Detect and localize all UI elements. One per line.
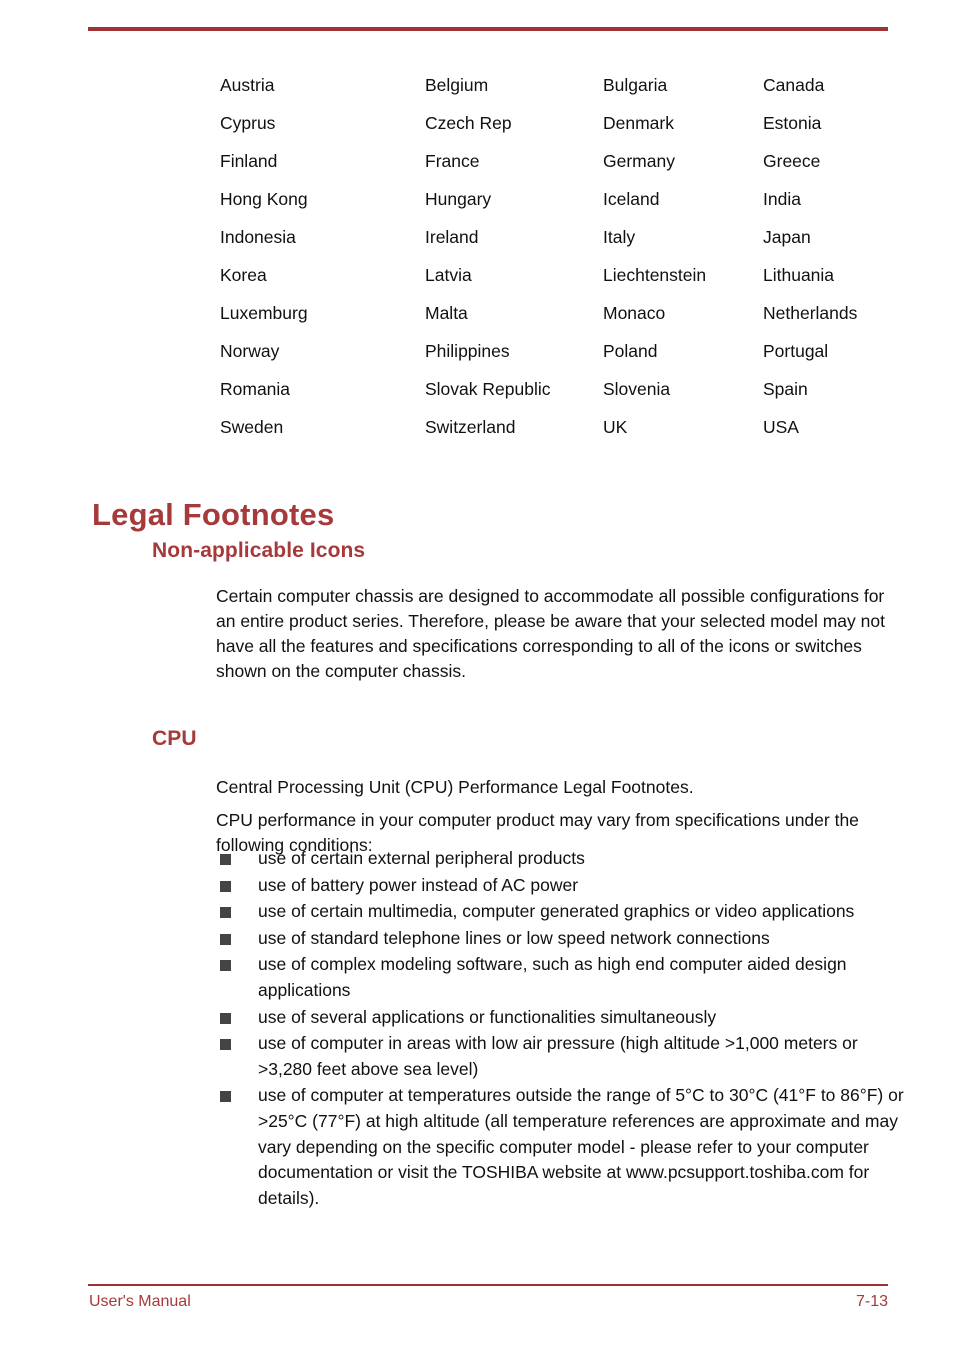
country-cell: Netherlands: [763, 303, 858, 323]
square-bullet-icon: [220, 907, 231, 919]
list-item: use of certain external peripheral produ…: [216, 846, 916, 872]
table-row: Luxemburg Malta Monaco Netherlands: [220, 294, 920, 332]
country-cell: Norway: [220, 341, 280, 361]
list-item-label: use of certain external peripheral produ…: [258, 848, 585, 868]
page-title: Legal Footnotes: [92, 496, 335, 532]
list-item-label: use of battery power instead of AC power: [258, 874, 579, 895]
table-row: Cyprus Czech Rep Denmark Estonia: [220, 104, 920, 142]
country-cell: Latvia: [425, 265, 472, 285]
country-cell: Austria: [220, 75, 275, 95]
country-cell: Poland: [603, 341, 658, 361]
country-cell: Lithuania: [763, 265, 835, 285]
square-bullet-icon: [220, 854, 231, 865]
country-cell: Malta: [425, 303, 468, 323]
country-cell: Cyprus: [220, 113, 276, 133]
square-bullet-icon: [220, 1091, 231, 1103]
header-rule: [88, 27, 888, 31]
list-item-label: use of computer at temperatures outside …: [258, 1085, 904, 1208]
document-page: Austria Belgium Bulgaria Canada Cyprus C…: [0, 0, 954, 1345]
country-cell: India: [763, 189, 801, 209]
country-cell: Romania: [220, 379, 291, 399]
table-row: Hong Kong Hungary Iceland India: [220, 180, 920, 218]
country-cell: Monaco: [603, 303, 666, 323]
footer-document-title: User's Manual: [89, 1293, 191, 1310]
country-cell: Estonia: [763, 113, 822, 133]
country-cell: Bulgaria: [603, 75, 668, 95]
country-cell: Canada: [763, 75, 825, 95]
table-row: Finland France Germany Greece: [220, 142, 920, 180]
square-bullet-icon: [220, 880, 231, 892]
country-cell: Finland: [220, 151, 278, 171]
non-applicable-icons-paragraph: Certain computer chassis are designed to…: [216, 585, 885, 681]
country-cell: Iceland: [603, 189, 660, 209]
list-item: use of complex modeling software, such a…: [216, 952, 916, 1003]
list-item-label: use of several applications or functiona…: [258, 1006, 717, 1027]
country-cell: Luxemburg: [220, 303, 308, 323]
list-item: use of computer in areas with low air pr…: [216, 1031, 916, 1082]
list-item-label: use of complex modeling software, such a…: [258, 954, 847, 1000]
country-cell: Korea: [220, 265, 267, 285]
country-cell: Slovenia: [603, 379, 671, 399]
square-bullet-icon: [220, 960, 231, 972]
country-cell: Ireland: [425, 227, 479, 247]
country-cell: Denmark: [603, 113, 674, 133]
table-row: Indonesia Ireland Italy Japan: [220, 218, 920, 256]
country-cell: Portugal: [763, 341, 829, 361]
list-item: use of several applications or functiona…: [216, 1005, 916, 1031]
section-heading-non-applicable-icons: Non-applicable Icons: [152, 539, 366, 563]
country-cell: Czech Rep: [425, 113, 512, 133]
country-cell: UK: [603, 417, 628, 437]
country-cell: Germany: [603, 151, 675, 171]
list-item: use of certain multimedia, computer gene…: [216, 899, 916, 925]
list-item-label: use of computer in areas with low air pr…: [258, 1033, 858, 1079]
country-cell: Indonesia: [220, 227, 296, 247]
list-item: use of standard telephone lines or low s…: [216, 926, 916, 952]
country-cell: Hungary: [425, 189, 492, 209]
country-cell: Switzerland: [425, 417, 516, 437]
table-row: Romania Slovak Republic Slovenia Spain: [220, 370, 920, 408]
country-cell: France: [425, 151, 480, 171]
country-cell: Hong Kong: [220, 189, 308, 209]
country-cell: Slovak Republic: [425, 379, 551, 399]
country-table: Austria Belgium Bulgaria Canada Cyprus C…: [220, 66, 920, 446]
cpu-paragraph-1: Central Processing Unit (CPU) Performanc…: [216, 776, 694, 797]
table-row: Norway Philippines Poland Portugal: [220, 332, 920, 370]
section-heading-cpu: CPU: [152, 727, 197, 751]
country-table-body: Austria Belgium Bulgaria Canada Cyprus C…: [220, 66, 920, 446]
list-item: use of battery power instead of AC power: [216, 873, 916, 899]
list-item-label: use of certain multimedia, computer gene…: [258, 901, 855, 922]
country-cell: Greece: [763, 151, 821, 171]
country-cell: Philippines: [425, 341, 510, 361]
cpu-conditions-list: use of certain external peripheral produ…: [216, 846, 916, 1212]
country-cell: Italy: [603, 227, 636, 247]
list-item-label: use of standard telephone lines or low s…: [258, 927, 770, 948]
table-row: Sweden Switzerland UK USA: [220, 408, 920, 446]
footer-rule: [88, 1284, 888, 1286]
square-bullet-icon: [220, 1012, 231, 1024]
country-cell: Spain: [763, 379, 808, 399]
country-cell: Sweden: [220, 417, 284, 437]
square-bullet-icon: [220, 1039, 231, 1051]
footer-page-number: 7-13: [855, 1293, 888, 1310]
country-cell: USA: [763, 417, 799, 437]
list-item: use of computer at temperatures outside …: [216, 1083, 916, 1211]
country-cell: Liechtenstein: [603, 265, 707, 285]
table-row: Korea Latvia Liechtenstein Lithuania: [220, 256, 920, 294]
square-bullet-icon: [220, 933, 231, 945]
country-cell: Belgium: [425, 75, 489, 95]
table-row: Austria Belgium Bulgaria Canada: [220, 66, 920, 104]
country-cell: Japan: [763, 227, 811, 247]
